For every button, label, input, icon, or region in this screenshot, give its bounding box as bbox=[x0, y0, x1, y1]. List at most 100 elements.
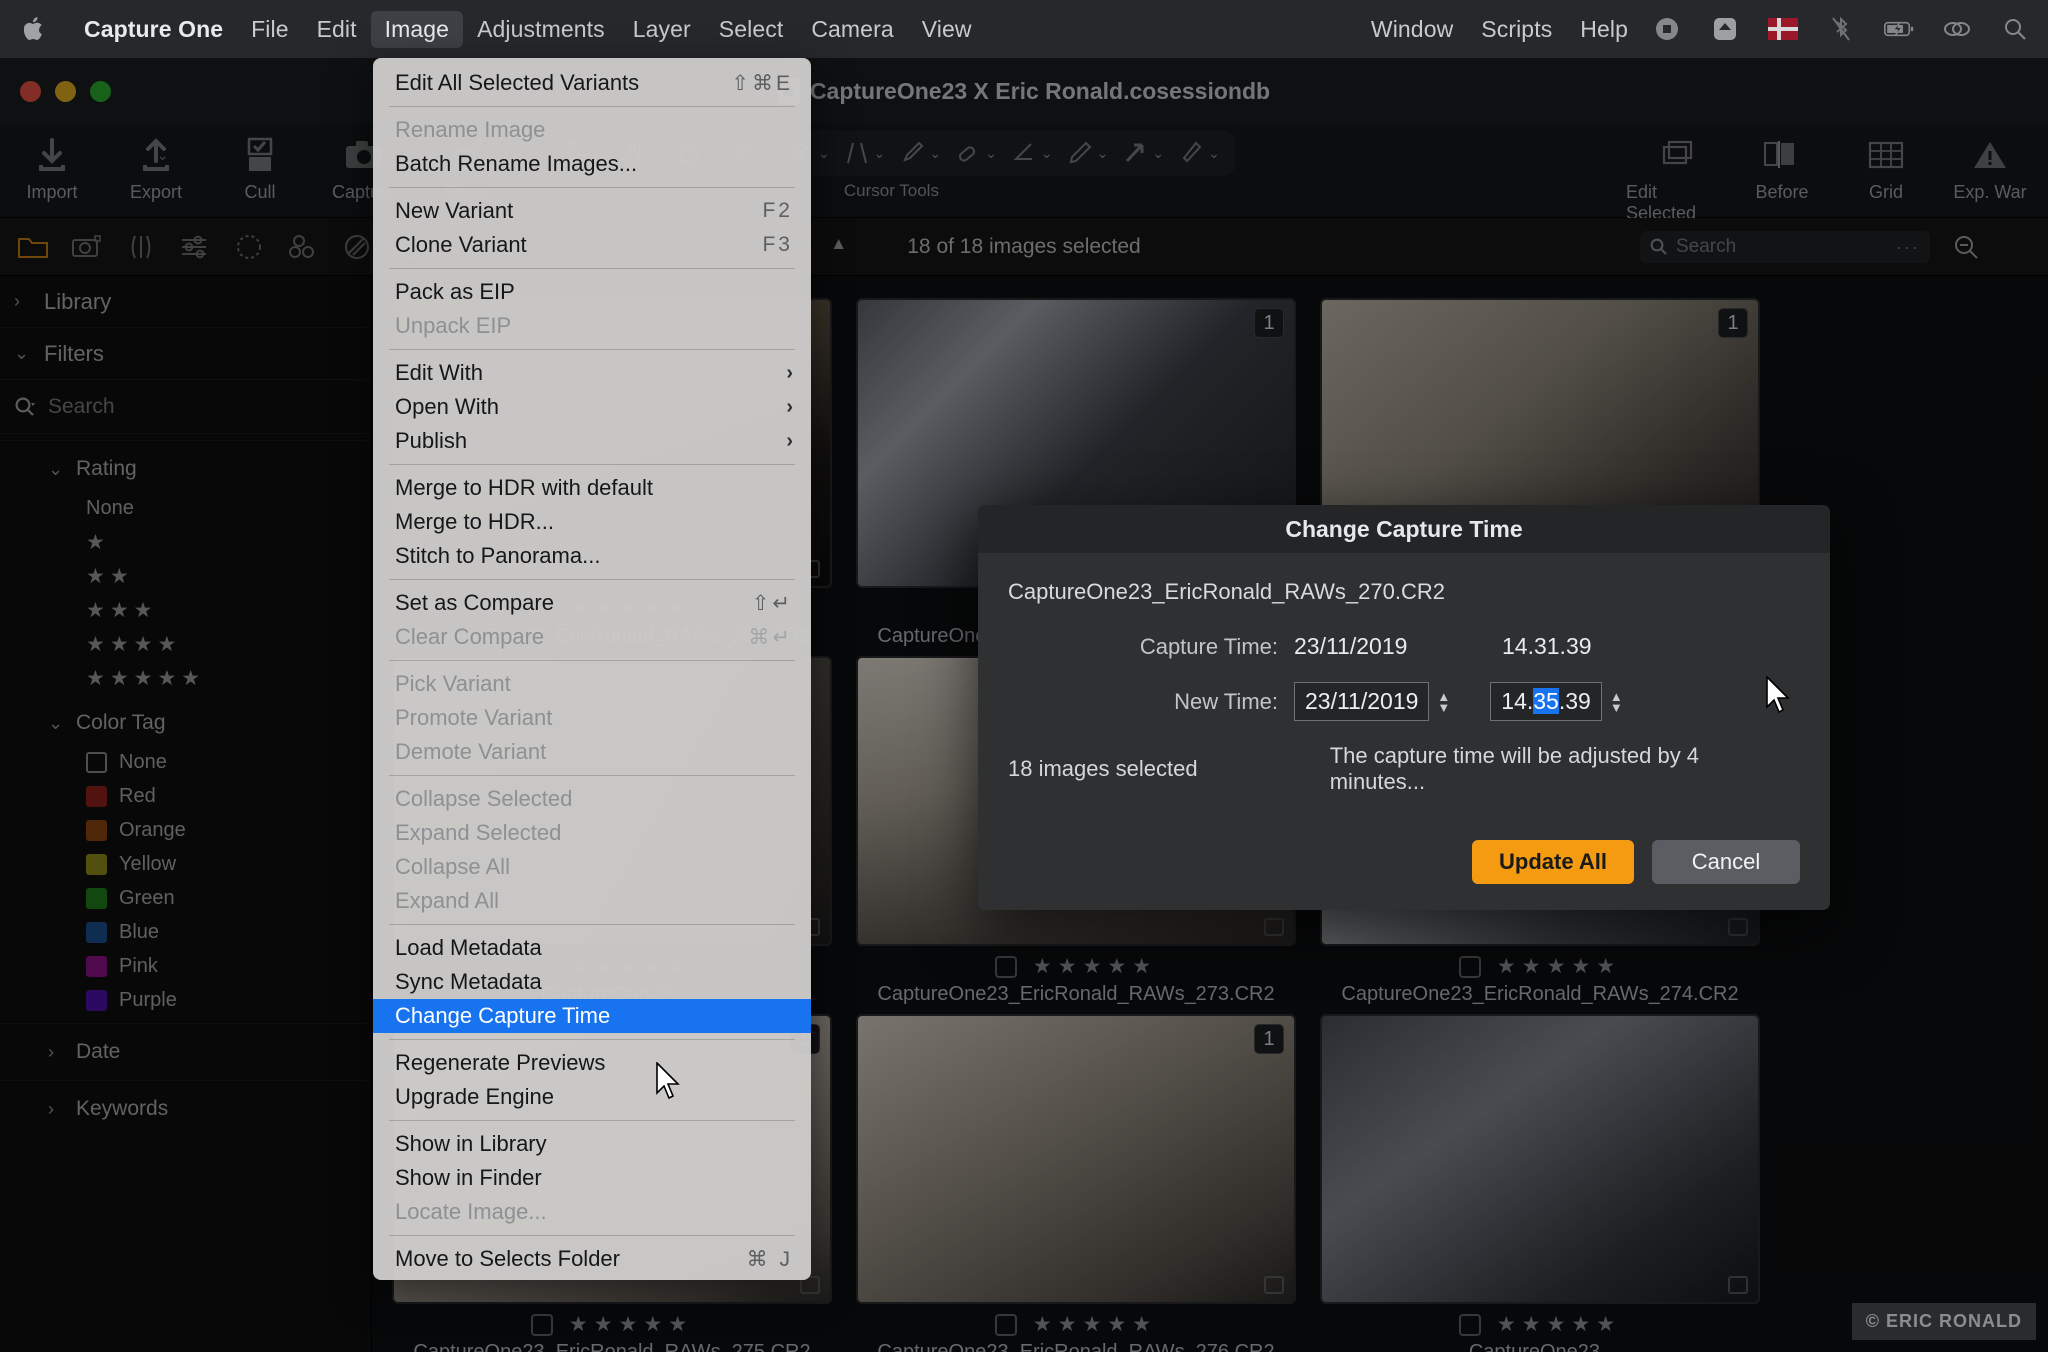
menu-item-stitch-to-panorama[interactable]: Stitch to Panorama... bbox=[373, 539, 811, 573]
menu-item-label: Locate Image... bbox=[395, 1199, 793, 1225]
bluetooth-disabled-icon[interactable] bbox=[1826, 14, 1856, 44]
menu-item-collapse-all: Collapse All bbox=[373, 850, 811, 884]
menu-item-rename-image: Rename Image bbox=[373, 113, 811, 147]
menu-separator bbox=[389, 1235, 795, 1236]
menu-item-label: Pick Variant bbox=[395, 671, 793, 697]
menu-item-label: Pack as EIP bbox=[395, 279, 793, 305]
menu-item-publish[interactable]: Publish › bbox=[373, 424, 811, 458]
new-time-field-group[interactable]: 14.35.39 ▲ ▼ bbox=[1490, 682, 1622, 721]
menu-help[interactable]: Help bbox=[1566, 11, 1642, 48]
menu-window[interactable]: Window bbox=[1357, 11, 1467, 48]
menu-separator bbox=[389, 1120, 795, 1121]
menu-item-label: Demote Variant bbox=[395, 739, 793, 765]
menu-item-label: Clone Variant bbox=[395, 232, 762, 258]
menu-adjustments[interactable]: Adjustments bbox=[463, 11, 619, 48]
menu-item-pick-variant: Pick Variant bbox=[373, 667, 811, 701]
menu-item-show-in-library[interactable]: Show in Library bbox=[373, 1127, 811, 1161]
menu-item-label: Edit With bbox=[395, 360, 786, 386]
update-all-button[interactable]: Update All bbox=[1472, 840, 1634, 884]
image-dropdown-menu[interactable]: Edit All Selected Variants ⇧⌘E Rename Im… bbox=[373, 58, 811, 1280]
new-time-stepper[interactable]: ▲ ▼ bbox=[1610, 691, 1623, 713]
menu-layer[interactable]: Layer bbox=[619, 11, 705, 48]
menu-item-shortcut: ⇧⌘E bbox=[731, 71, 793, 96]
menu-separator bbox=[389, 187, 795, 188]
menu-item-change-capture-time[interactable]: Change Capture Time bbox=[373, 999, 811, 1033]
menu-image[interactable]: Image bbox=[371, 11, 463, 48]
menu-item-merge-to-hdr[interactable]: Merge to HDR... bbox=[373, 505, 811, 539]
menubar-status-icons bbox=[1642, 14, 2030, 44]
menu-item-label: Expand All bbox=[395, 888, 793, 914]
menu-item-pack-as-eip[interactable]: Pack as EIP bbox=[373, 275, 811, 309]
menu-item-merge-to-hdr-with-default[interactable]: Merge to HDR with default bbox=[373, 471, 811, 505]
menu-item-set-as-compare[interactable]: Set as Compare ⇧↵ bbox=[373, 586, 811, 620]
menu-item-label: Change Capture Time bbox=[395, 1003, 793, 1029]
menu-item-label: Collapse All bbox=[395, 854, 793, 880]
spotlight-search-icon[interactable] bbox=[2000, 14, 2030, 44]
menu-file[interactable]: File bbox=[237, 11, 302, 48]
change-capture-time-dialog[interactable]: Change Capture Time CaptureOne23_EricRon… bbox=[978, 505, 1830, 910]
capture-time-value: 14.31.39 bbox=[1502, 633, 1592, 660]
menu-item-edit-with[interactable]: Edit With › bbox=[373, 356, 811, 390]
menu-separator bbox=[389, 775, 795, 776]
menu-separator bbox=[389, 268, 795, 269]
menu-separator bbox=[389, 1039, 795, 1040]
dropbox-icon[interactable] bbox=[1710, 14, 1740, 44]
menu-item-open-with[interactable]: Open With › bbox=[373, 390, 811, 424]
menu-select[interactable]: Select bbox=[705, 11, 798, 48]
time-stepper-down-icon[interactable]: ▼ bbox=[1610, 702, 1623, 713]
new-time-selected-minutes[interactable]: 35 bbox=[1533, 688, 1559, 714]
cancel-button[interactable]: Cancel bbox=[1652, 840, 1800, 884]
menu-item-label: Upgrade Engine bbox=[395, 1084, 793, 1110]
menu-view[interactable]: View bbox=[908, 11, 986, 48]
new-date-stepper[interactable]: ▲ ▼ bbox=[1437, 691, 1450, 713]
menu-item-regenerate-previews[interactable]: Regenerate Previews bbox=[373, 1046, 811, 1080]
menu-camera[interactable]: Camera bbox=[797, 11, 907, 48]
menu-item-load-metadata[interactable]: Load Metadata bbox=[373, 931, 811, 965]
menu-item-label: Publish bbox=[395, 428, 786, 454]
battery-charging-icon[interactable] bbox=[1884, 14, 1914, 44]
menu-item-label: Open With bbox=[395, 394, 786, 420]
menu-item-move-to-selects-folder[interactable]: Move to Selects Folder ⌘ J bbox=[373, 1242, 811, 1276]
new-date-input[interactable]: 23/11/2019 bbox=[1294, 682, 1429, 721]
date-stepper-down-icon[interactable]: ▼ bbox=[1437, 702, 1450, 713]
menu-separator bbox=[389, 924, 795, 925]
menu-item-label: Promote Variant bbox=[395, 705, 793, 731]
menu-separator bbox=[389, 106, 795, 107]
menu-scripts[interactable]: Scripts bbox=[1467, 11, 1566, 48]
macos-menu-bar: Capture One File Edit Image Adjustments … bbox=[0, 0, 2048, 58]
submenu-chevron-right-icon: › bbox=[786, 396, 793, 419]
menu-item-label: Show in Library bbox=[395, 1131, 793, 1157]
menu-item-label: Stitch to Panorama... bbox=[395, 543, 793, 569]
menu-item-label: Unpack EIP bbox=[395, 313, 793, 339]
menu-item-label: Sync Metadata bbox=[395, 969, 793, 995]
dialog-body: CaptureOne23_EricRonald_RAWs_270.CR2 Cap… bbox=[978, 553, 1830, 910]
apple-logo-icon[interactable] bbox=[22, 14, 48, 44]
menu-item-show-in-finder[interactable]: Show in Finder bbox=[373, 1161, 811, 1195]
menu-item-upgrade-engine[interactable]: Upgrade Engine bbox=[373, 1080, 811, 1114]
new-time-row: New Time: 23/11/2019 ▲ ▼ 14.35.39 ▲ ▼ bbox=[1008, 682, 1800, 721]
menu-item-shortcut: ⌘↵ bbox=[748, 625, 793, 650]
record-stop-icon[interactable] bbox=[1652, 14, 1682, 44]
menu-item-edit-all-selected-variants[interactable]: Edit All Selected Variants ⇧⌘E bbox=[373, 66, 811, 100]
menu-item-batch-rename-images[interactable]: Batch Rename Images... bbox=[373, 147, 811, 181]
menu-item-label: Edit All Selected Variants bbox=[395, 70, 731, 96]
menu-edit[interactable]: Edit bbox=[303, 11, 371, 48]
menu-capture-one[interactable]: Capture One bbox=[70, 11, 237, 48]
menu-item-label: Load Metadata bbox=[395, 935, 793, 961]
menu-item-label: Show in Finder bbox=[395, 1165, 793, 1191]
new-date-field-group[interactable]: 23/11/2019 ▲ ▼ bbox=[1294, 682, 1450, 721]
menu-item-new-variant[interactable]: New Variant F2 bbox=[373, 194, 811, 228]
menu-item-expand-all: Expand All bbox=[373, 884, 811, 918]
capture-date-value: 23/11/2019 bbox=[1294, 633, 1454, 660]
menu-item-clone-variant[interactable]: Clone Variant F3 bbox=[373, 228, 811, 262]
capture-time-label: Capture Time: bbox=[1008, 634, 1294, 660]
menu-item-sync-metadata[interactable]: Sync Metadata bbox=[373, 965, 811, 999]
images-selected-text: 18 images selected bbox=[1008, 756, 1238, 782]
new-time-input[interactable]: 14.35.39 bbox=[1490, 682, 1602, 721]
new-time-suffix: .39 bbox=[1559, 688, 1591, 714]
menu-item-unpack-eip: Unpack EIP bbox=[373, 309, 811, 343]
menu-item-locate-image: Locate Image... bbox=[373, 1195, 811, 1229]
link-chain-icon[interactable] bbox=[1942, 14, 1972, 44]
denmark-flag-icon[interactable] bbox=[1768, 14, 1798, 44]
menu-item-label: Rename Image bbox=[395, 117, 793, 143]
